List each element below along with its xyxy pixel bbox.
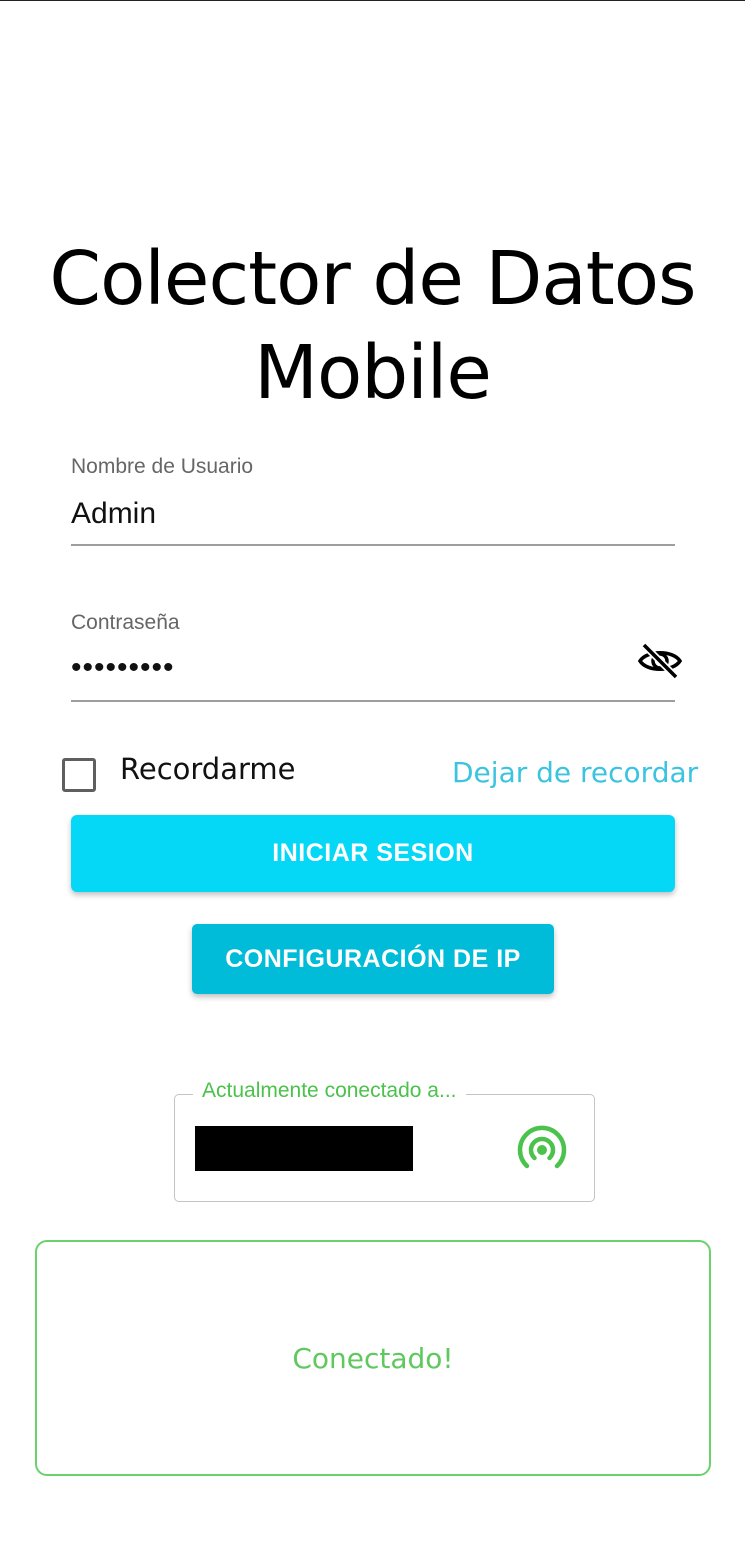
remember-checkbox[interactable] [62,758,96,792]
connection-info-box: Actualmente conectado a... [174,1079,595,1202]
login-button[interactable]: INICIAR SESION [71,815,675,892]
forget-remember-link[interactable]: Dejar de recordar [452,756,698,789]
eye-off-icon[interactable] [637,641,683,681]
password-label: Contraseña [71,611,180,634]
page-title-line-2: Mobile [254,330,492,416]
ip-config-button[interactable]: CONFIGURACIÓN DE IP [192,924,554,994]
wifi-tethering-icon [513,1125,571,1175]
password-field[interactable]: Contraseña ••••••••• [71,611,683,706]
connection-legend: Actualmente conectado a... [193,1079,466,1103]
username-input[interactable]: Admin [71,497,156,531]
redacted-server-address [195,1126,413,1171]
connection-status-text: Conectado! [292,1341,454,1375]
username-underline [71,544,675,546]
page-title-line-1: Colector de Datos [49,236,696,322]
username-field[interactable]: Nombre de Usuario Admin [71,455,675,550]
username-label: Nombre de Usuario [71,455,254,478]
connection-status-box: Conectado! [35,1240,711,1476]
password-input[interactable]: ••••••••• [71,651,175,685]
password-underline [71,700,675,702]
page-title: Colector de Datos Mobile [0,232,745,420]
remember-label: Recordarme [120,752,296,786]
status-bar-edge [0,0,745,1]
